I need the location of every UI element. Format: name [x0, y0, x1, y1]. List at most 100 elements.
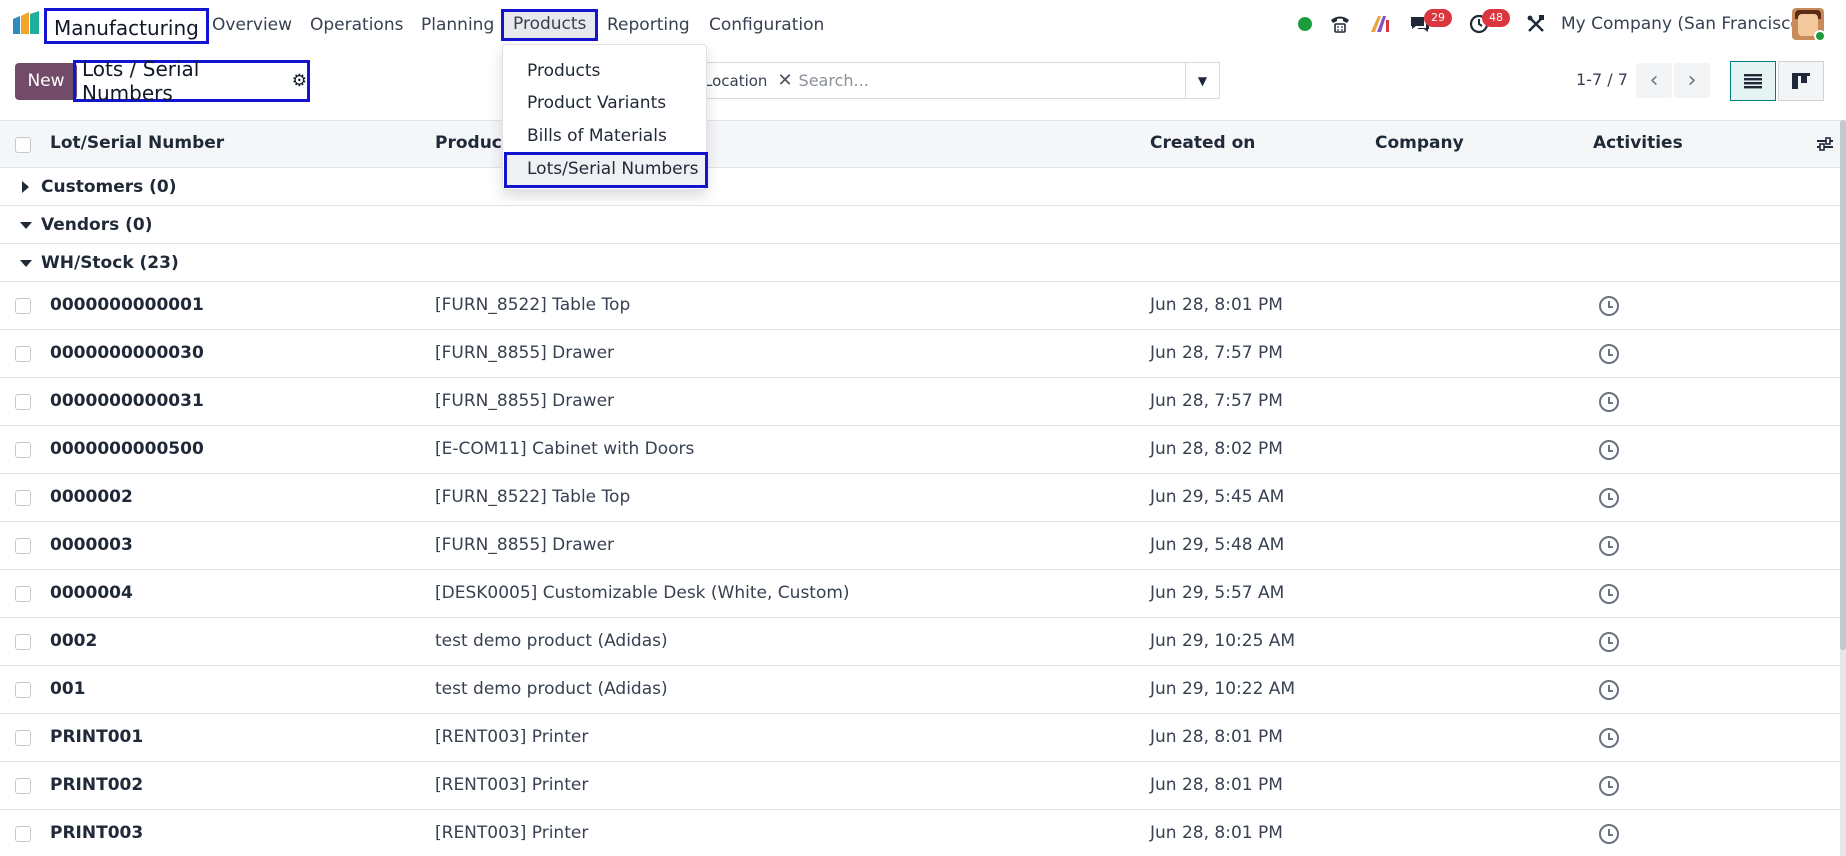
- table-row[interactable]: 001 test demo product (Adidas) Jun 29, 10:…: [0, 666, 1846, 714]
- nav-planning[interactable]: Planning: [421, 10, 494, 40]
- row-checkbox[interactable]: [15, 826, 31, 842]
- table-row[interactable]: 0000003 [FURN_8855] Drawer Jun 29, 5:48 AM: [0, 522, 1846, 570]
- caret-down-icon: [20, 260, 32, 267]
- activities-count-badge: 48: [1482, 9, 1510, 27]
- user-avatar[interactable]: [1792, 8, 1824, 40]
- kanban-view-icon[interactable]: [1778, 61, 1824, 101]
- select-all-checkbox[interactable]: [15, 137, 31, 153]
- activity-clock-icon[interactable]: [1599, 680, 1619, 700]
- pager-next-icon[interactable]: ›: [1674, 63, 1710, 98]
- row-checkbox[interactable]: [15, 778, 31, 794]
- product-cell: [RENT003] Printer: [435, 823, 589, 843]
- group-row-vendors[interactable]: Vendors (0): [0, 206, 1846, 244]
- menu-item-lots-serial-numbers[interactable]: Lots/Serial Numbers: [504, 152, 708, 188]
- gear-icon[interactable]: ⚙: [292, 71, 307, 91]
- table-row[interactable]: PRINT001 [RENT003] Printer Jun 28, 8:01 PM: [0, 714, 1846, 762]
- activity-clock-icon[interactable]: [1599, 632, 1619, 652]
- lot-serial-number-cell: 0002: [50, 631, 98, 651]
- activity-clock-icon[interactable]: [1599, 440, 1619, 460]
- nav-overview[interactable]: Overview: [212, 10, 292, 40]
- debug-tools-icon[interactable]: [1524, 12, 1548, 36]
- app-name[interactable]: Manufacturing: [44, 8, 209, 44]
- activity-clock-icon[interactable]: [1599, 536, 1619, 556]
- row-checkbox[interactable]: [15, 634, 31, 650]
- row-checkbox[interactable]: [15, 682, 31, 698]
- row-checkbox[interactable]: [15, 538, 31, 554]
- row-checkbox[interactable]: [15, 490, 31, 506]
- column-lot-serial-number[interactable]: Lot/Serial Number: [50, 133, 224, 153]
- nav-operations[interactable]: Operations: [310, 10, 403, 40]
- company-switcher[interactable]: My Company (San Francisco): [1561, 12, 1807, 36]
- menu-item-products[interactable]: Products: [527, 61, 600, 81]
- manufacturing-app-icon[interactable]: [11, 10, 41, 36]
- product-cell: [FURN_8855] Drawer: [435, 535, 615, 555]
- row-checkbox[interactable]: [15, 442, 31, 458]
- group-label: WH/Stock (23): [41, 253, 179, 273]
- table-row[interactable]: 0000000000031 [FURN_8855] Drawer Jun 28, 7…: [0, 378, 1846, 426]
- activity-clock-icon[interactable]: [1599, 344, 1619, 364]
- activity-clock-icon[interactable]: [1599, 488, 1619, 508]
- optional-columns-icon[interactable]: [1815, 134, 1835, 154]
- search-input[interactable]: [798, 71, 1159, 90]
- new-button[interactable]: New: [15, 63, 77, 100]
- group-row-wh-stock[interactable]: WH/Stock (23): [0, 244, 1846, 282]
- close-icon[interactable]: ✕: [777, 70, 792, 91]
- activity-clock-icon[interactable]: [1599, 296, 1619, 316]
- product-cell: test demo product (Adidas): [435, 679, 668, 699]
- column-company[interactable]: Company: [1375, 133, 1464, 153]
- row-checkbox[interactable]: [15, 730, 31, 746]
- created-on-cell: Jun 28, 8:01 PM: [1150, 295, 1283, 315]
- pager-previous-icon[interactable]: ‹: [1636, 63, 1672, 98]
- phone-icon[interactable]: [1328, 12, 1352, 36]
- table-row[interactable]: 0000000000500 [E-COM11] Cabinet with Door…: [0, 426, 1846, 474]
- table-row[interactable]: 0000000000001 [FURN_8522] Table Top Jun 28…: [0, 282, 1846, 330]
- product-cell: [FURN_8855] Drawer: [435, 391, 615, 411]
- column-created-on[interactable]: Created on: [1150, 133, 1255, 153]
- menu-item-product-variants[interactable]: Product Variants: [527, 93, 666, 113]
- column-product[interactable]: Product: [435, 133, 510, 153]
- scrollbar[interactable]: [1840, 120, 1846, 856]
- created-on-cell: Jun 28, 7:57 PM: [1150, 343, 1283, 363]
- search-facet: Location ✕: [696, 70, 793, 91]
- activity-clock-icon[interactable]: [1599, 776, 1619, 796]
- activity-clock-icon[interactable]: [1599, 584, 1619, 604]
- table-row[interactable]: 0002 test demo product (Adidas) Jun 29, 10…: [0, 618, 1846, 666]
- activity-clock-icon[interactable]: [1599, 824, 1619, 844]
- product-cell: [FURN_8855] Drawer: [435, 343, 615, 363]
- nav-reporting[interactable]: Reporting: [607, 10, 690, 40]
- menu-item-bills-of-materials[interactable]: Bills of Materials: [527, 126, 667, 146]
- lot-serial-number-cell: 0000000000031: [50, 391, 204, 411]
- product-cell: [FURN_8522] Table Top: [435, 295, 631, 315]
- group-label: Vendors (0): [41, 215, 153, 235]
- lot-serial-number-cell: PRINT001: [50, 727, 144, 747]
- table-row[interactable]: PRINT003 [RENT003] Printer Jun 28, 8:01 PM: [0, 810, 1846, 856]
- created-on-cell: Jun 28, 8:01 PM: [1150, 775, 1283, 795]
- activity-clock-icon[interactable]: [1599, 728, 1619, 748]
- column-activities[interactable]: Activities: [1593, 133, 1683, 153]
- table-row[interactable]: 0000004 [DESK0005] Customizable Desk (Whi…: [0, 570, 1846, 618]
- row-checkbox[interactable]: [15, 394, 31, 410]
- nav-configuration[interactable]: Configuration: [709, 10, 824, 40]
- table-row[interactable]: PRINT002 [RENT003] Printer Jun 28, 8:01 PM: [0, 762, 1846, 810]
- table-row[interactable]: 0000000000030 [FURN_8855] Drawer Jun 28, 7…: [0, 330, 1846, 378]
- group-row-customers[interactable]: Customers (0): [0, 168, 1846, 206]
- page-title: Lots / Serial Numbers: [82, 57, 200, 105]
- row-checkbox[interactable]: [15, 586, 31, 602]
- group-label: Customers (0): [41, 177, 177, 197]
- facet-label: Location: [704, 71, 768, 90]
- chevron-down-icon[interactable]: ▼: [1185, 62, 1220, 99]
- table-row[interactable]: 0000002 [FURN_8522] Table Top Jun 29, 5:45…: [0, 474, 1846, 522]
- nav-products[interactable]: Products: [501, 9, 599, 41]
- ai-assistant-icon[interactable]: [1368, 12, 1392, 36]
- top-navbar: Manufacturing Overview Operations Planni…: [0, 0, 1846, 48]
- pager-value[interactable]: 1-7 / 7: [1576, 70, 1628, 89]
- lot-serial-number-cell: 001: [50, 679, 86, 699]
- created-on-cell: Jun 29, 10:25 AM: [1150, 631, 1296, 651]
- created-on-cell: Jun 28, 8:02 PM: [1150, 439, 1283, 459]
- row-checkbox[interactable]: [15, 346, 31, 362]
- row-checkbox[interactable]: [15, 298, 31, 314]
- list-view-icon[interactable]: [1730, 61, 1776, 101]
- lot-serial-number-cell: PRINT002: [50, 775, 144, 795]
- activity-clock-icon[interactable]: [1599, 392, 1619, 412]
- product-cell: [RENT003] Printer: [435, 775, 589, 795]
